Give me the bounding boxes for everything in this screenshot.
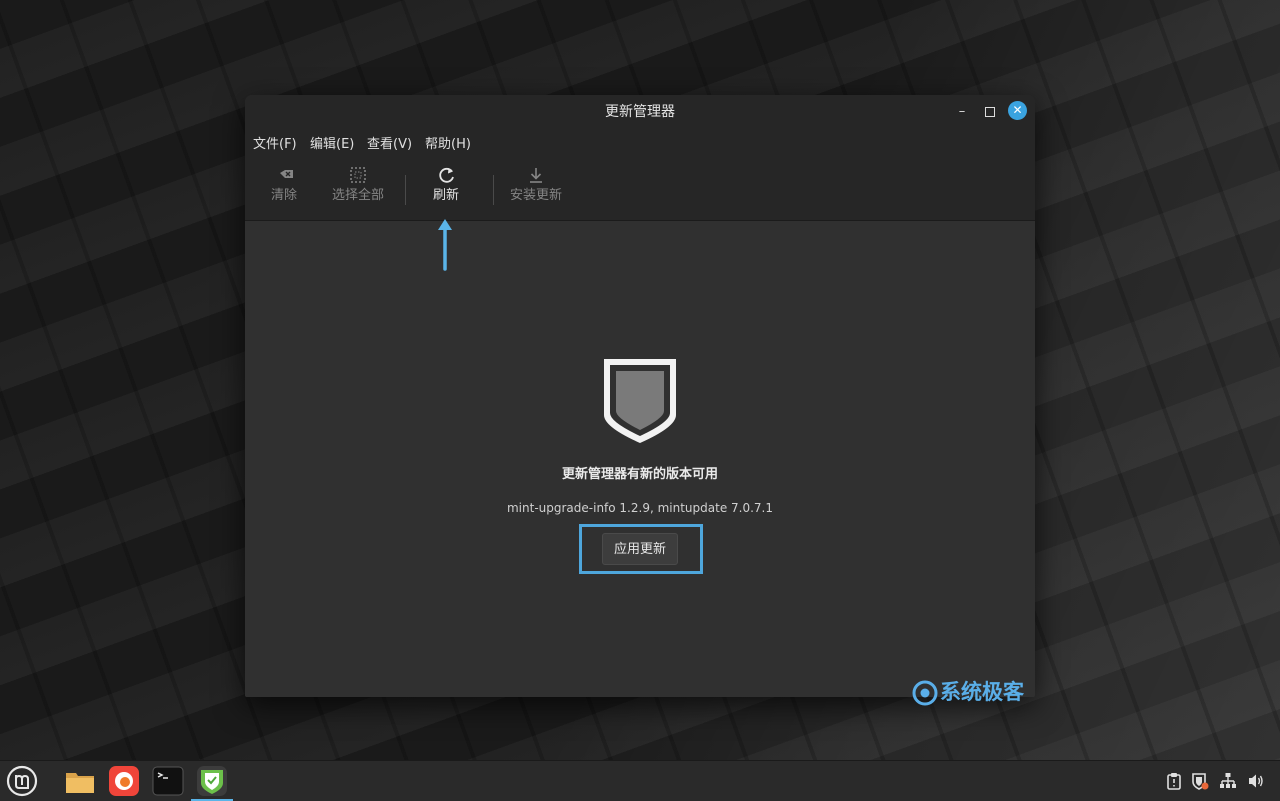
update-manager-icon [197, 766, 227, 796]
menu-view[interactable]: 查看(V) [367, 135, 412, 155]
watermark: 系统极客 [912, 678, 1024, 706]
apply-update-button[interactable]: 应用更新 [602, 533, 678, 565]
update-manager-launcher[interactable] [191, 765, 233, 801]
taskbar [0, 760, 1280, 801]
clear-label: 清除 [270, 188, 297, 203]
minimize-button[interactable]: – [952, 102, 972, 122]
download-icon [530, 168, 542, 183]
maximize-icon [985, 107, 995, 117]
shield-icon [604, 359, 676, 443]
refresh-button[interactable]: 刷新 [425, 165, 467, 211]
annotation-arrow-icon [438, 219, 452, 271]
menu-button[interactable] [6, 765, 38, 797]
terminal-icon [152, 766, 184, 796]
menu-file[interactable]: 文件(F) [253, 135, 297, 155]
window-title: 更新管理器 [605, 104, 675, 120]
firefox-icon [109, 766, 139, 796]
update-shield-icon[interactable] [1191, 772, 1209, 790]
update-message-title: 更新管理器有新的版本可用 [561, 467, 718, 482]
main-content [245, 221, 1035, 697]
files-icon [66, 773, 94, 793]
maximize-button[interactable] [980, 102, 1000, 122]
install-updates-button[interactable]: 安装更新 [505, 165, 567, 211]
select-all-icon [350, 167, 366, 183]
menu-edit[interactable]: 编辑(E) [310, 135, 354, 155]
menu-help[interactable]: 帮助(H) [425, 135, 471, 155]
firefox-launcher[interactable] [108, 765, 140, 797]
select-all-label: 选择全部 [331, 188, 384, 203]
clear-button[interactable]: 清除 [263, 165, 305, 211]
toolbar-separator [493, 175, 494, 205]
clipboard-icon[interactable] [1165, 772, 1183, 790]
window-header: 更新管理器 – ✕ 文件(F) 编辑(E) 查看(V) 帮助(H) 清除 选择全… [245, 95, 1035, 221]
install-updates-label: 安装更新 [509, 188, 562, 203]
update-message-detail: mint-upgrade-info 1.2.9, mintupdate 7.0.… [506, 501, 773, 515]
toolbar-separator [405, 175, 406, 205]
menu-icon [6, 765, 38, 797]
watermark-logo-icon [912, 680, 938, 706]
refresh-label: 刷新 [432, 188, 459, 203]
watermark-text: 系统极客 [940, 680, 1024, 704]
select-all-button[interactable]: 选择全部 [328, 165, 388, 211]
volume-icon[interactable] [1247, 772, 1265, 790]
network-icon[interactable] [1219, 772, 1237, 790]
update-manager-window: 更新管理器 – ✕ 文件(F) 编辑(E) 查看(V) 帮助(H) 清除 选择全… [245, 95, 1035, 697]
terminal-launcher[interactable] [152, 765, 184, 797]
close-button[interactable]: ✕ [1008, 101, 1027, 120]
refresh-icon [439, 167, 454, 183]
files-launcher[interactable] [64, 765, 96, 797]
clear-icon [280, 170, 293, 178]
